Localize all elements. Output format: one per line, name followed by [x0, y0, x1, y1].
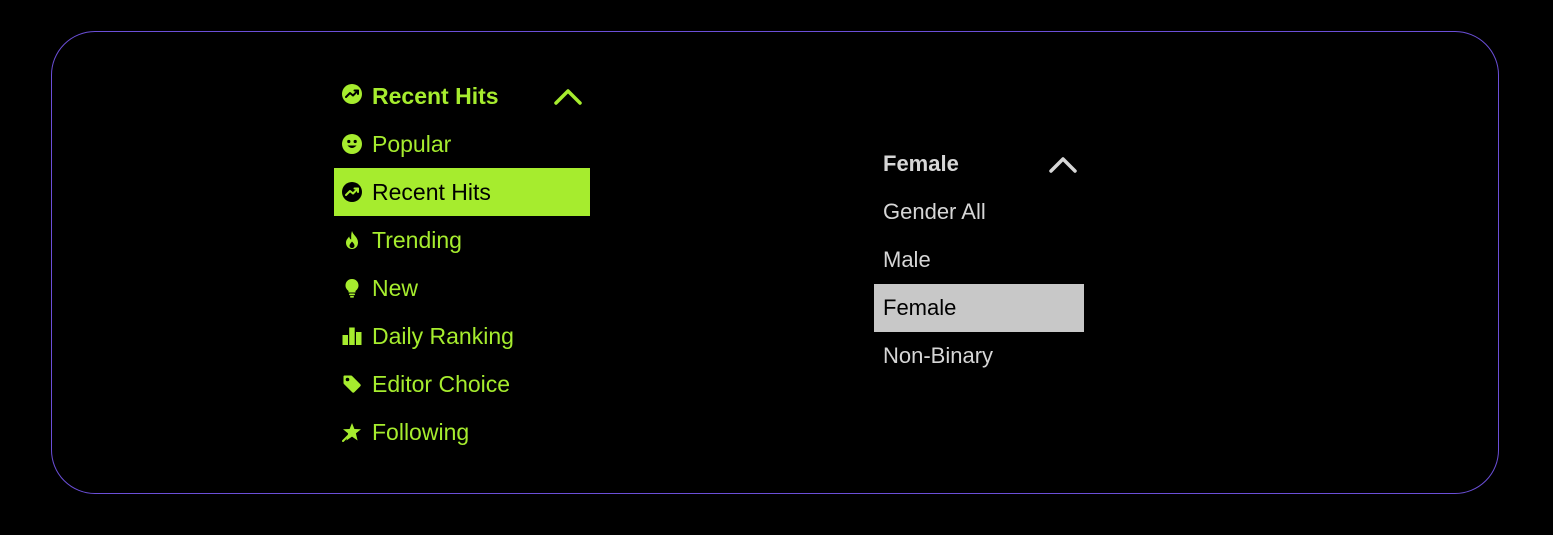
trending-chart-icon — [342, 182, 362, 202]
gender-option-label: Female — [883, 295, 957, 320]
gender-dropdown: Female Gender All Male Female Non-Binary — [874, 140, 1084, 380]
gender-option-label: Non-Binary — [883, 343, 994, 368]
category-option-trending[interactable]: Trending — [334, 216, 590, 264]
category-option-following[interactable]: Following — [334, 408, 590, 456]
gender-option-non-binary[interactable]: Non-Binary — [874, 332, 1084, 380]
category-option-popular[interactable]: Popular — [334, 120, 590, 168]
filter-panel — [51, 31, 1499, 494]
gender-option-label: Male — [883, 247, 931, 272]
category-option-label: New — [372, 274, 419, 301]
category-option-editor-choice[interactable]: Editor Choice — [334, 360, 590, 408]
star-icon — [342, 422, 362, 442]
bar-chart-icon — [342, 326, 362, 346]
flame-icon — [342, 230, 362, 250]
category-option-label: Recent Hits — [372, 178, 491, 205]
category-option-daily-ranking[interactable]: Daily Ranking — [334, 312, 590, 360]
category-dropdown-toggle[interactable]: Recent Hits — [334, 72, 590, 120]
gender-dropdown-current-label: Female — [883, 151, 959, 176]
category-option-label: Following — [372, 418, 470, 445]
category-option-label: Daily Ranking — [372, 322, 514, 349]
chevron-up-icon — [554, 89, 582, 105]
smiley-icon — [342, 134, 362, 154]
gender-option-female[interactable]: Female — [874, 284, 1084, 332]
gender-dropdown-toggle[interactable]: Female — [874, 140, 1084, 188]
lightbulb-icon — [342, 278, 362, 298]
chevron-up-icon — [1049, 157, 1077, 173]
category-option-label: Popular — [372, 130, 452, 157]
tag-icon — [342, 374, 362, 394]
category-option-new[interactable]: New — [334, 264, 590, 312]
category-option-label: Trending — [372, 226, 462, 253]
category-option-label: Editor Choice — [372, 370, 511, 397]
category-option-recent-hits[interactable]: Recent Hits — [334, 168, 590, 216]
gender-option-male[interactable]: Male — [874, 236, 1084, 284]
category-dropdown: Recent Hits Popular Recent Hits Trending… — [334, 72, 590, 456]
gender-option-all[interactable]: Gender All — [874, 188, 1084, 236]
gender-option-label: Gender All — [883, 199, 986, 224]
category-dropdown-current-label: Recent Hits — [372, 82, 499, 109]
trending-chart-icon — [342, 83, 362, 109]
